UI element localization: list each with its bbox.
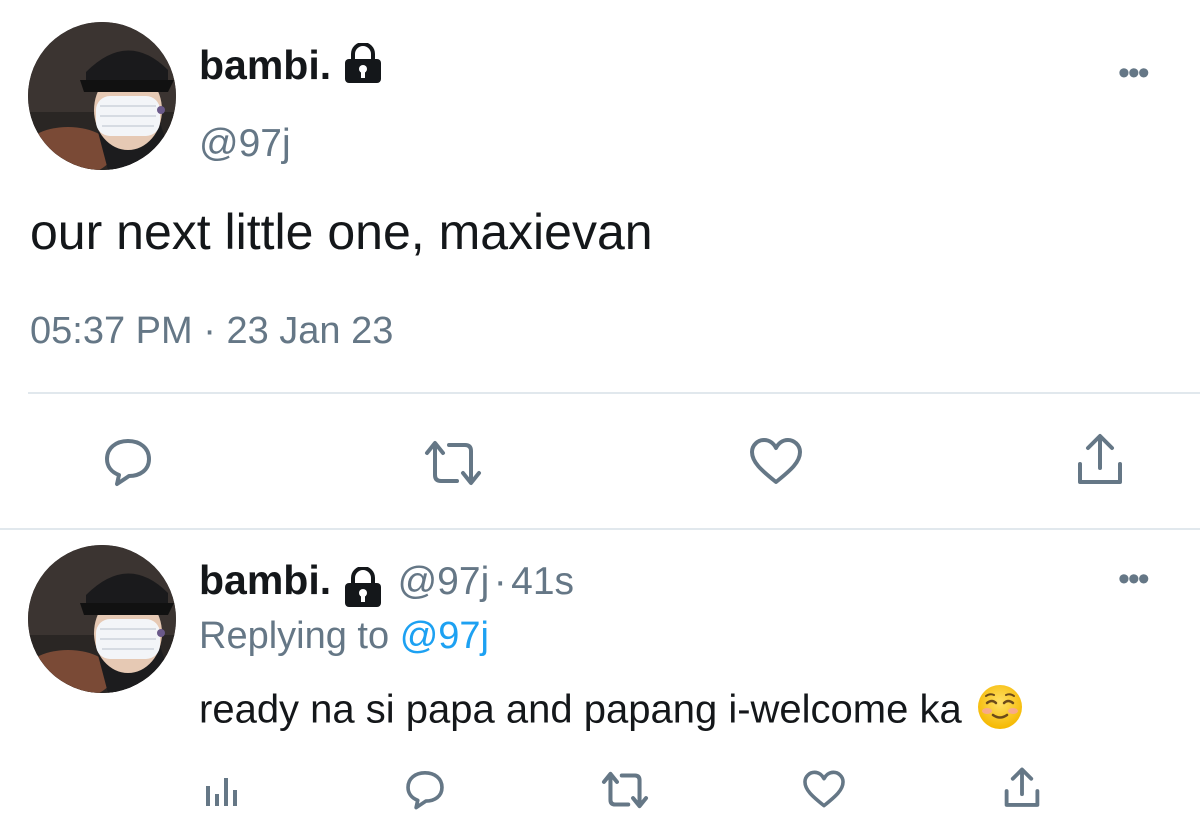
reply-age[interactable]: 41s xyxy=(511,560,574,603)
reply-icon xyxy=(105,439,151,486)
relieved-face-emoji xyxy=(976,683,1024,741)
share-button[interactable] xyxy=(1000,765,1044,811)
reply-icon xyxy=(406,771,444,810)
avatar[interactable] xyxy=(28,22,176,170)
handle[interactable]: @97j xyxy=(398,560,490,603)
share-icon xyxy=(1004,767,1040,807)
tweet-date[interactable]: 23 Jan 23 xyxy=(226,310,393,352)
replying-to: Replying to @97j xyxy=(199,615,489,658)
meta-separator: · xyxy=(493,560,507,603)
share-button[interactable] xyxy=(1072,431,1128,489)
retweet-button[interactable] xyxy=(598,769,652,811)
more-icon[interactable]: ••• xyxy=(1118,56,1150,90)
tweet-time[interactable]: 05:37 PM xyxy=(30,310,193,352)
divider xyxy=(28,392,1200,394)
handle[interactable]: @97j xyxy=(199,122,291,166)
share-icon xyxy=(1078,434,1122,484)
avatar-photo xyxy=(28,545,176,693)
avatar-photo xyxy=(28,22,176,170)
reply-button[interactable] xyxy=(100,433,156,489)
analytics-icon xyxy=(206,778,237,806)
retweet-button[interactable] xyxy=(420,435,486,491)
retweet-icon xyxy=(425,441,481,485)
replying-to-label: Replying to xyxy=(199,615,390,657)
display-name[interactable]: bambi. xyxy=(199,42,331,88)
reply-button[interactable] xyxy=(402,767,448,811)
meta-separator: · xyxy=(203,310,216,352)
like-button[interactable] xyxy=(800,767,848,811)
like-icon xyxy=(750,438,802,484)
like-icon xyxy=(803,770,845,808)
lock-icon xyxy=(341,566,385,612)
like-button[interactable] xyxy=(746,433,806,489)
reply-text: ready na si papa and papang i-welcome ka xyxy=(199,687,962,732)
avatar[interactable] xyxy=(28,545,176,693)
more-icon[interactable]: ••• xyxy=(1118,562,1150,596)
divider xyxy=(0,528,1200,530)
display-name[interactable]: bambi. xyxy=(199,557,331,603)
lock-icon xyxy=(341,42,385,93)
replying-to-mention[interactable]: @97j xyxy=(400,615,489,657)
analytics-button[interactable] xyxy=(200,770,244,810)
tweet-text: our next little one, maxievan xyxy=(30,204,653,260)
retweet-icon xyxy=(601,771,649,809)
